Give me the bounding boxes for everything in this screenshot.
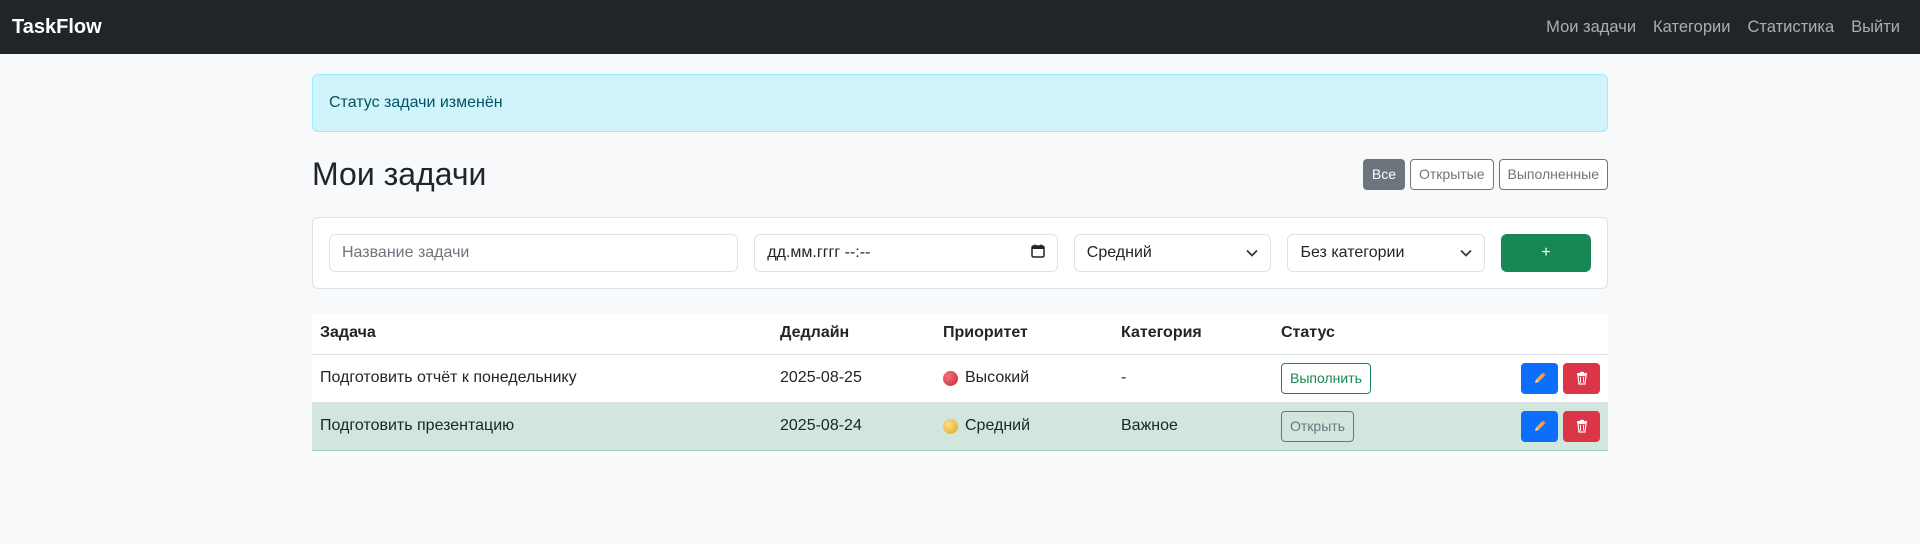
edit-button[interactable] [1521,410,1558,442]
nav-link-categories[interactable]: Категории [1653,18,1730,37]
brand-logo[interactable]: TaskFlow [12,16,102,39]
task-name: Подготовить отчёт к понедельнику [320,369,577,386]
calendar-icon[interactable] [1031,244,1045,263]
header-category: Категория [1121,324,1202,342]
task-deadline: 2025-08-24 [780,417,862,434]
nav-link-logout[interactable]: Выйти [1851,18,1900,37]
header-priority: Приоритет [943,324,1028,342]
table-row: Подготовить отчёт к понедельнику 2025-08… [312,354,1608,402]
header-deadline: Дедлайн [780,324,850,342]
category-select[interactable]: Без категории [1287,234,1486,272]
tasks-table: Задача Дедлайн Приоритет Категория Стату… [312,313,1608,451]
priority-cell: Средний [943,417,1105,435]
chevron-down-icon [1460,244,1472,262]
header-task: Задача [320,324,376,342]
pencil-icon [1534,420,1546,431]
task-name: Подготовить презентацию [320,417,515,434]
priority-cell: Высокий [943,369,1105,387]
navbar: TaskFlow Мои задачи Категории Статистика… [0,0,1920,54]
priority-label: Средний [965,417,1031,434]
add-task-form: Название задачи дд.мм.гггг --:-- Средний… [312,217,1608,289]
trash-icon [1576,419,1587,433]
alert-text: Статус задачи изменён [329,94,503,111]
table-row: Подготовить презентацию 2025-08-24 Средн… [312,402,1608,450]
priority-select[interactable]: Средний [1073,234,1272,272]
delete-button[interactable] [1563,362,1600,394]
filter-all-button[interactable]: Все [1362,158,1405,190]
task-title-input[interactable]: Название задачи [329,234,739,272]
priority-medium-dot-icon [943,418,958,434]
page-title: Мои задачи [312,155,487,192]
main-container: Статус задачи изменён Мои задачи Все Отк… [312,54,1608,451]
row-actions [1458,362,1600,394]
filter-open-button[interactable]: Открытые [1409,158,1494,190]
complete-button[interactable]: Выполнить [1281,362,1371,394]
nav-link-my-tasks[interactable]: Мои задачи [1546,18,1636,37]
nav-link-statistics[interactable]: Статистика [1747,18,1834,37]
deadline-input[interactable]: дд.мм.гггг --:-- [754,234,1058,272]
header-actions [1450,313,1608,354]
task-category: Важное [1121,417,1178,434]
priority-select-value: Средний [1086,244,1152,261]
add-task-button[interactable]: + [1501,234,1591,272]
chevron-down-icon [1246,244,1259,262]
priority-high-dot-icon [943,370,958,386]
filter-done-button[interactable]: Выполненные [1498,158,1608,190]
header-status: Статус [1281,324,1335,342]
edit-button[interactable] [1521,362,1558,394]
category-select-value: Без категории [1300,244,1405,261]
nav-links: Мои задачи Категории Статистика Выйти [1546,18,1908,37]
row-actions [1458,410,1600,442]
task-title-placeholder: Название задачи [342,244,470,261]
filter-group: Все Открытые Выполненные [1362,158,1608,190]
task-category: - [1121,369,1127,386]
reopen-button[interactable]: Открыть [1281,410,1354,442]
trash-icon [1576,371,1587,385]
delete-button[interactable] [1563,410,1600,442]
status-alert: Статус задачи изменён [312,74,1608,132]
priority-label: Высокий [965,369,1030,386]
deadline-placeholder: дд.мм.гггг --:-- [767,244,871,261]
table-header-row: Задача Дедлайн Приоритет Категория Стату… [312,313,1608,354]
task-deadline: 2025-08-25 [780,369,862,386]
pencil-icon [1534,372,1546,383]
header-row: Мои задачи Все Открытые Выполненные [312,152,1608,196]
